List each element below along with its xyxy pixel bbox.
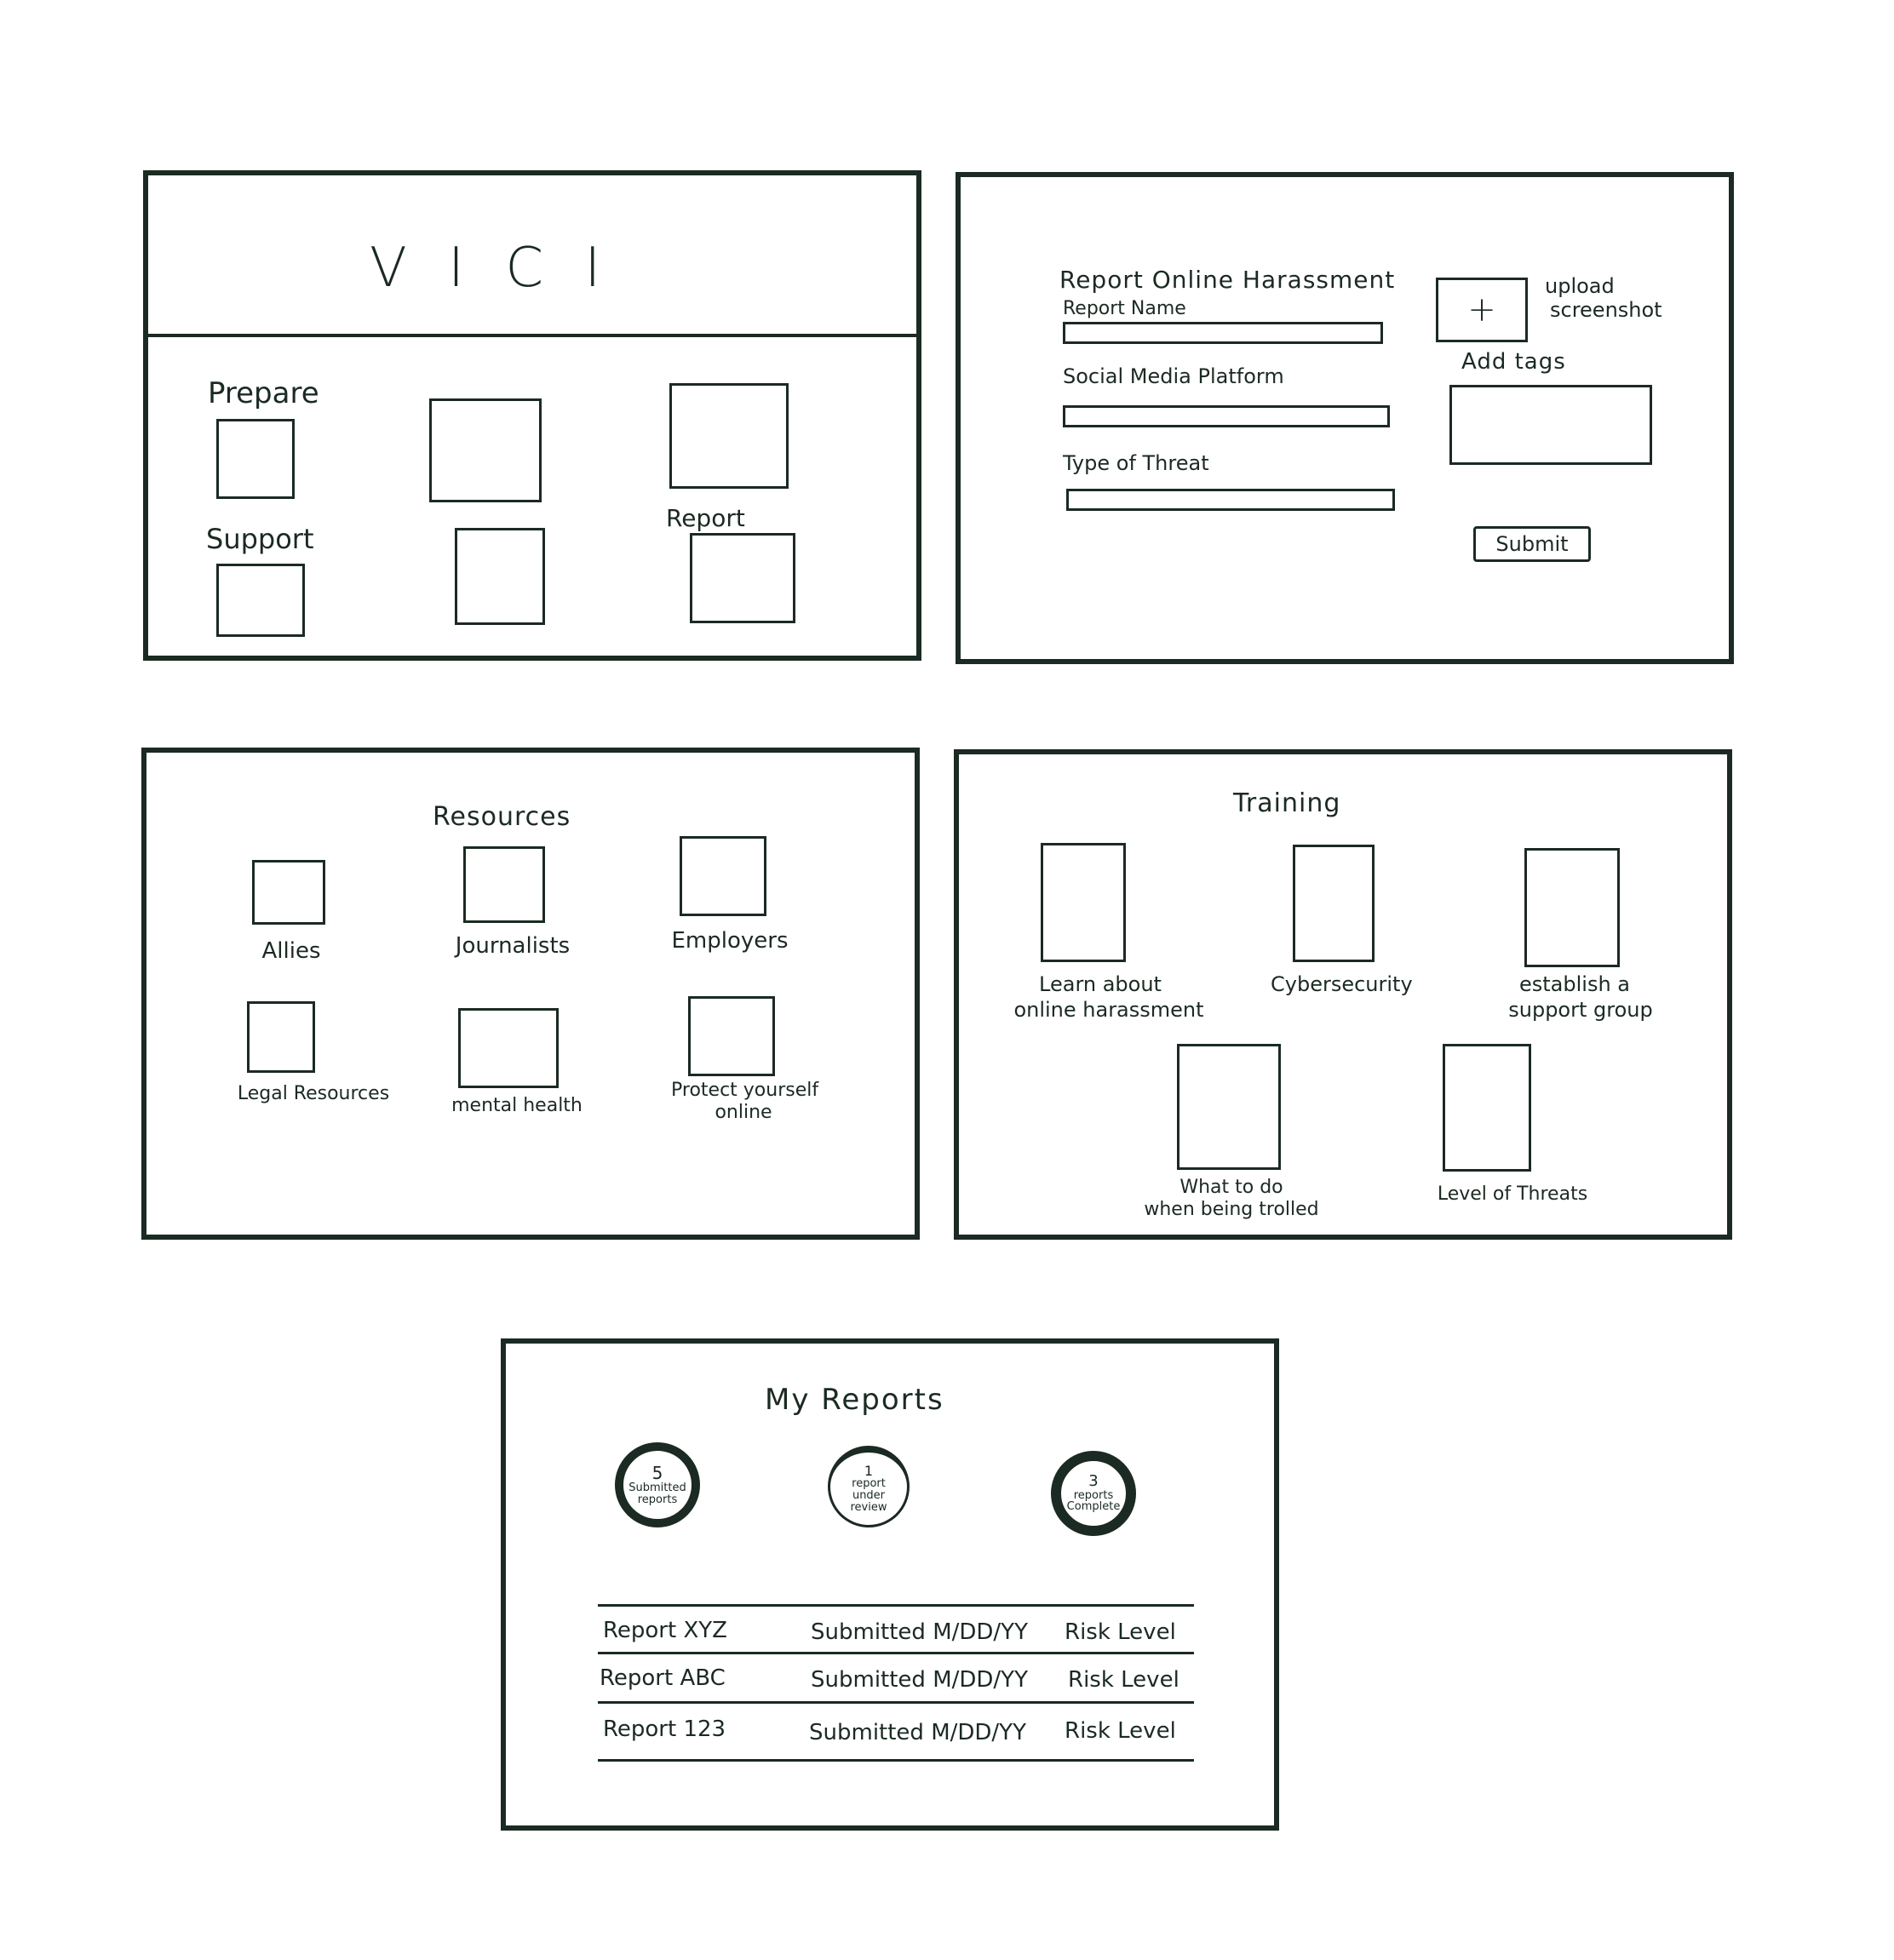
support-tile-1[interactable] (216, 564, 305, 637)
learn-harassment-label-line1: Learn about (1039, 972, 1162, 996)
table-bottom-line (598, 1759, 1194, 1762)
app-title: V I C I (370, 237, 613, 300)
trolled-label-line2: when being trolled (1144, 1199, 1319, 1220)
report-name-label: Report Name (1063, 298, 1186, 319)
resources-heading: Resources (433, 802, 571, 832)
support-group-tile[interactable] (1524, 848, 1620, 967)
cybersecurity-label: Cybersecurity (1271, 972, 1413, 996)
report-form-heading: Report Online Harassment (1059, 266, 1396, 294)
legal-resources-label: Legal Resources (237, 1083, 390, 1104)
report-risk: Risk Level (1068, 1667, 1179, 1693)
journalists-label: Journalists (455, 933, 571, 959)
my-reports-screen: My Reports 5 Submitted reports 1 report … (501, 1338, 1279, 1831)
table-row[interactable]: Report 123 Submitted M/DD/YY Risk Level (598, 1705, 1194, 1757)
learn-harassment-tile[interactable] (1041, 843, 1126, 962)
cybersecurity-tile[interactable] (1293, 845, 1375, 962)
complete-line2: Complete (1066, 1500, 1121, 1514)
platform-label: Social Media Platform (1063, 364, 1284, 388)
threat-type-field[interactable] (1066, 489, 1395, 511)
prepare-label: Prepare (208, 376, 319, 410)
threat-levels-tile[interactable] (1443, 1044, 1531, 1172)
complete-count: 3 (1088, 1471, 1099, 1490)
protect-yourself-label-line1: Protect yourself (671, 1080, 819, 1101)
prepare-tile-1[interactable] (216, 419, 295, 499)
complete-line1: reports (1073, 1488, 1114, 1502)
report-label: Report (666, 504, 745, 532)
legal-resources-tile[interactable] (247, 1001, 315, 1073)
submitted-reports-stat: 5 Submitted reports (615, 1442, 700, 1527)
support-group-label-line2: support group (1508, 998, 1653, 1022)
table-row[interactable]: Report XYZ Submitted M/DD/YY Risk Level (598, 1606, 1194, 1653)
report-submitted: Submitted M/DD/YY (809, 1720, 1026, 1745)
threat-levels-label: Level of Threats (1437, 1183, 1588, 1205)
threat-type-label: Type of Threat (1063, 451, 1209, 475)
employers-tile[interactable] (680, 836, 766, 916)
allies-tile[interactable] (252, 860, 325, 925)
journalists-tile[interactable] (463, 846, 545, 923)
protect-yourself-tile[interactable] (688, 996, 775, 1076)
report-risk: Risk Level (1065, 1718, 1176, 1744)
review-line2: under (852, 1489, 886, 1503)
employers-label: Employers (671, 928, 789, 954)
support-tile-2[interactable] (455, 528, 545, 625)
report-name: Report 123 (603, 1716, 726, 1742)
prepare-tile-2[interactable] (429, 398, 542, 502)
report-name: Report XYZ (603, 1618, 727, 1643)
report-tile[interactable] (690, 533, 795, 623)
table-row[interactable]: Report ABC Submitted M/DD/YY Risk Level (598, 1655, 1194, 1703)
submitted-line2: reports (637, 1493, 678, 1506)
allies-label: Allies (261, 938, 321, 964)
prepare-tile-3[interactable] (669, 383, 789, 489)
complete-reports-stat: 3 reports Complete (1051, 1451, 1136, 1536)
report-name: Report ABC (600, 1665, 726, 1691)
resources-screen: Resources Allies Journalists Employers L… (141, 748, 920, 1240)
support-group-label-line1: establish a (1518, 972, 1630, 996)
header-divider (148, 334, 916, 337)
protect-yourself-label-line2: online (715, 1102, 772, 1123)
tags-field[interactable] (1449, 385, 1652, 465)
trolled-tile[interactable] (1177, 1044, 1281, 1170)
home-screen: V I C I Prepare Support Report (143, 170, 921, 661)
plus-icon: + (1467, 290, 1496, 330)
report-form-screen: Report Online Harassment Report Name Soc… (956, 172, 1734, 664)
trolled-label-line1: What to do (1179, 1177, 1283, 1198)
report-risk: Risk Level (1065, 1619, 1176, 1645)
learn-harassment-label-line2: online harassment (1013, 998, 1204, 1022)
support-label: Support (206, 523, 314, 555)
upload-label-line1: upload (1545, 274, 1615, 298)
upload-label-line2: screenshot (1550, 298, 1662, 322)
review-count: 1 (864, 1462, 874, 1479)
submit-button[interactable]: Submit (1473, 526, 1591, 562)
mental-health-tile[interactable] (458, 1008, 559, 1088)
table-row-divider (598, 1701, 1194, 1704)
under-review-stat: 1 report under review (828, 1446, 910, 1527)
table-row-divider (598, 1652, 1194, 1654)
submitted-line1: Submitted (628, 1481, 686, 1494)
review-line3: review (850, 1500, 887, 1514)
report-name-field[interactable] (1063, 322, 1383, 344)
submitted-count: 5 (651, 1462, 663, 1483)
training-heading: Training (1233, 788, 1341, 818)
platform-field[interactable] (1063, 405, 1390, 427)
training-screen: Training Learn about online harassment C… (954, 749, 1732, 1240)
mental-health-label: mental health (451, 1095, 583, 1116)
report-submitted: Submitted M/DD/YY (811, 1667, 1028, 1693)
review-line1: report (852, 1477, 886, 1491)
my-reports-heading: My Reports (765, 1383, 944, 1417)
report-submitted: Submitted M/DD/YY (811, 1619, 1028, 1645)
tags-label: Add tags (1461, 349, 1566, 375)
upload-screenshot-button[interactable]: + (1436, 278, 1528, 342)
